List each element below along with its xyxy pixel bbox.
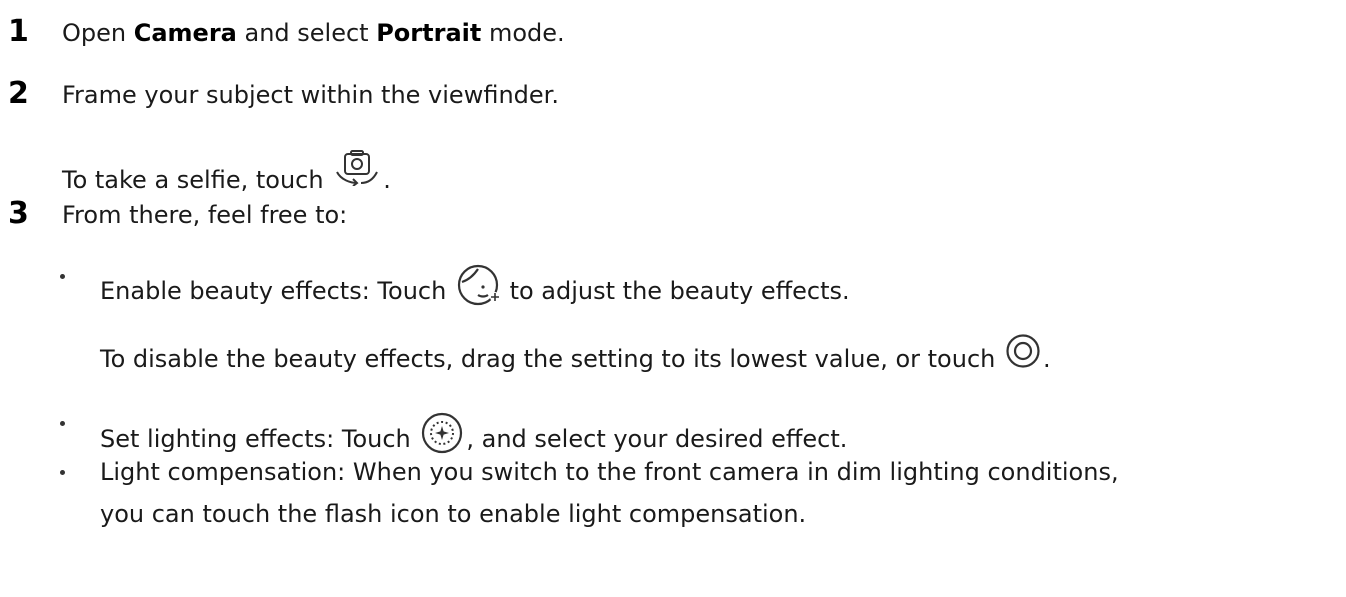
bullet-dot	[60, 421, 65, 426]
step-number-2: 2	[8, 76, 29, 111]
step-number-1: 1	[8, 14, 29, 49]
compensation-line-1: Light compensation: When you switch to t…	[100, 458, 1119, 486]
lighting-suffix: , and select your desired effect.	[466, 425, 848, 453]
bullet-dot	[60, 470, 65, 475]
beauty-bullet-text: Enable beauty effects: Touch to adjust t…	[100, 263, 850, 307]
step-number-3: 3	[8, 196, 29, 231]
compensation-line-2: you can touch the flash icon to enable l…	[100, 500, 807, 528]
beauty-prefix: Enable beauty effects: Touch	[100, 277, 454, 305]
step-2-note-suffix: .	[383, 166, 391, 194]
step-3-text: From there, feel free to:	[62, 201, 348, 229]
step-1-middle: and select	[236, 19, 377, 47]
disable-circle-icon	[1005, 333, 1041, 369]
step-2-text: Frame your subject within the viewfinder…	[62, 81, 559, 109]
portrait-mode-name: Portrait	[376, 19, 482, 47]
document-page: 1 Open Camera and select Portrait mode. …	[0, 0, 1346, 597]
switch-camera-icon	[333, 150, 381, 186]
beauty-disable-suffix: .	[1043, 345, 1051, 373]
step-1-prefix: Open	[62, 19, 134, 47]
beauty-face-icon	[456, 263, 500, 307]
step-2-note: To take a selfie, touch .	[62, 150, 391, 192]
lighting-prefix: Set lighting effects: Touch	[100, 425, 419, 453]
beauty-disable-prefix: To disable the beauty effects, drag the …	[100, 345, 1003, 373]
lighting-effect-icon	[420, 411, 464, 455]
bullet-dot	[60, 274, 65, 279]
step-1-text: Open Camera and select Portrait mode.	[62, 21, 565, 45]
lighting-bullet-text: Set lighting effects: Touch , and select…	[100, 411, 847, 455]
beauty-suffix: to adjust the beauty effects.	[501, 277, 850, 305]
step-1-suffix: mode.	[481, 19, 565, 47]
beauty-disable-text: To disable the beauty effects, drag the …	[100, 333, 1051, 371]
camera-app-name: Camera	[133, 19, 237, 47]
step-2-note-prefix: To take a selfie, touch	[62, 166, 332, 194]
